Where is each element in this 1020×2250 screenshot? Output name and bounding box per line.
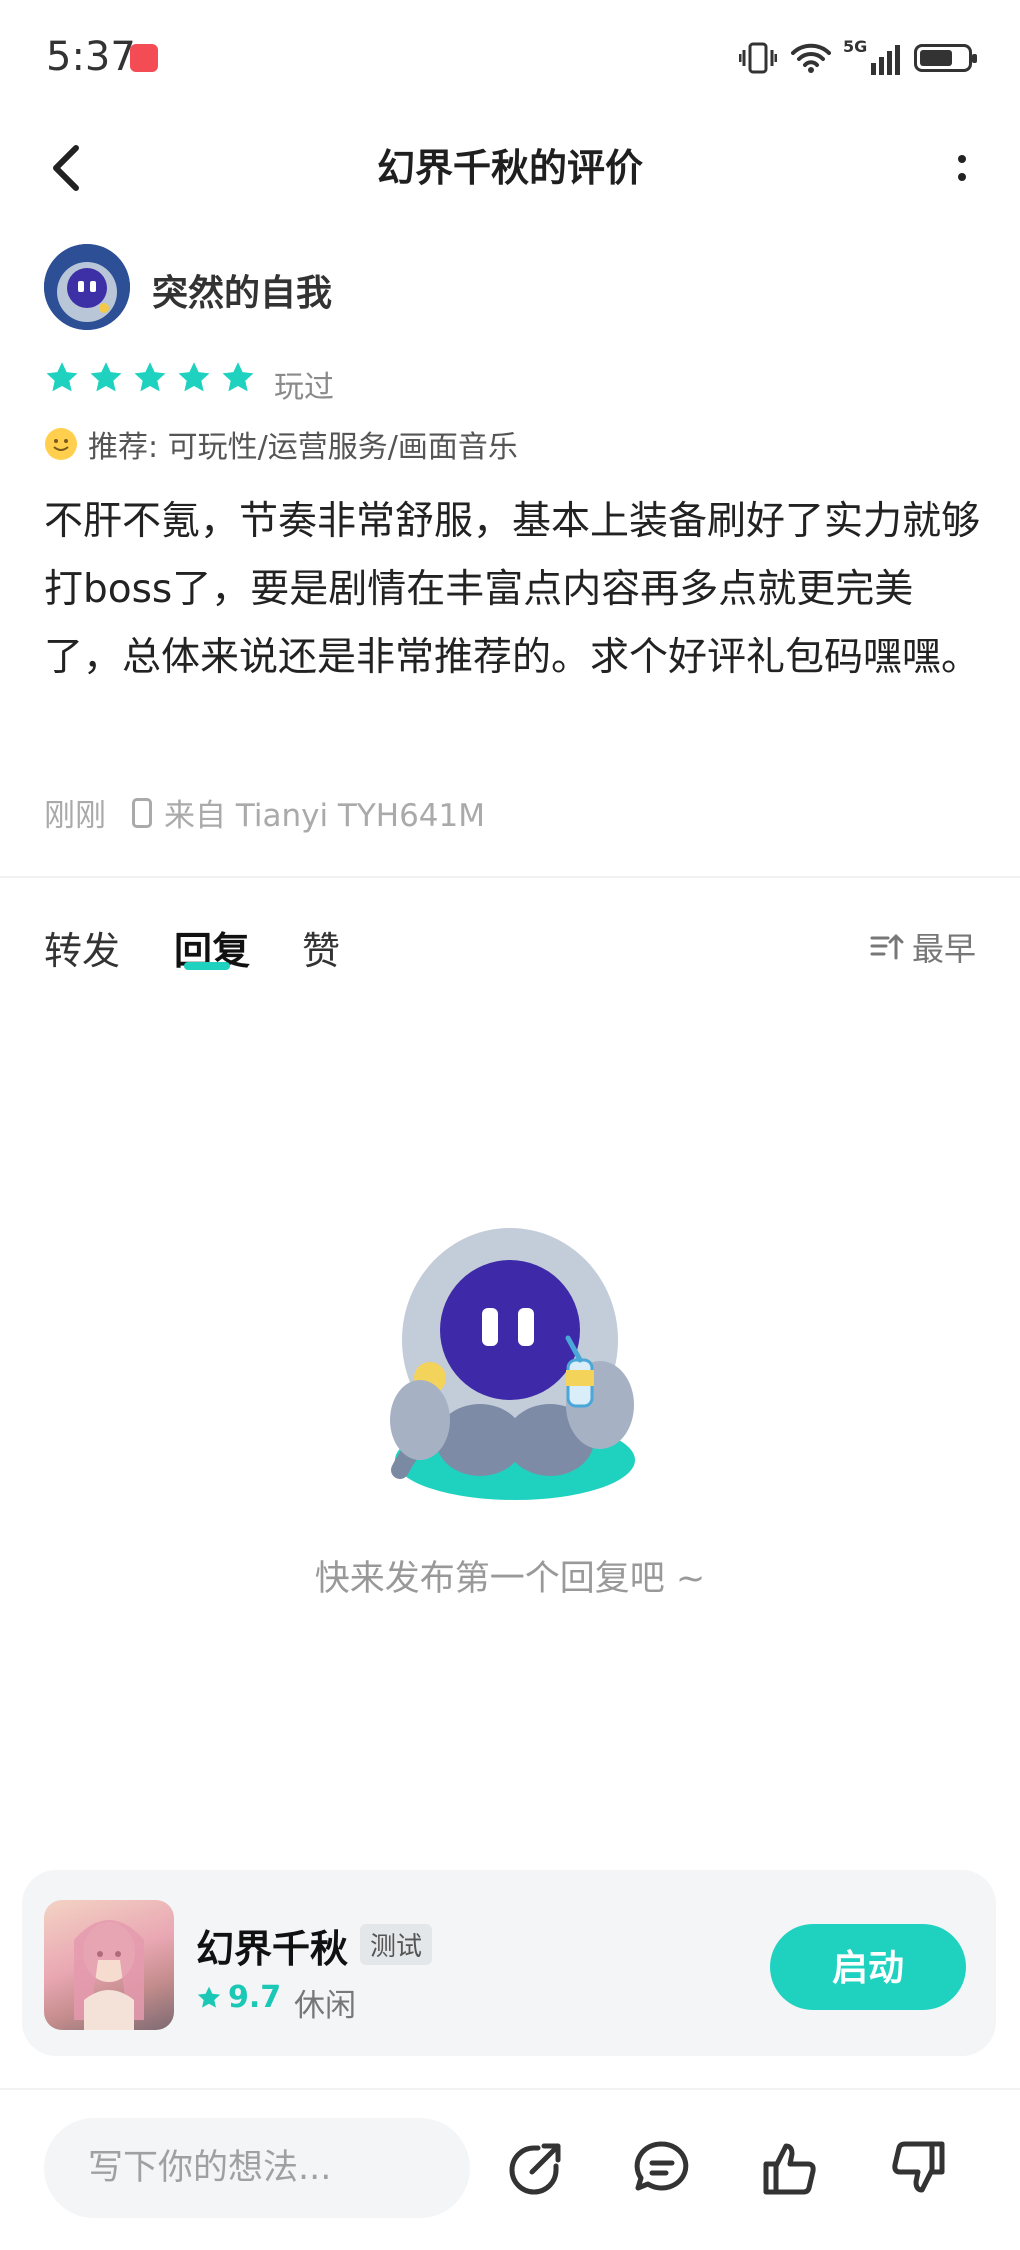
- comment-icon: [634, 2141, 689, 2191]
- thumbs-up-icon: [763, 2143, 816, 2195]
- robot-avatar-icon: [44, 244, 130, 330]
- comment-input[interactable]: [44, 2118, 470, 2218]
- username[interactable]: 突然的自我: [152, 264, 332, 316]
- star-icon: [178, 362, 210, 392]
- like-button[interactable]: [758, 2136, 822, 2200]
- wifi-icon: [791, 43, 831, 73]
- comment-button[interactable]: [630, 2136, 694, 2200]
- review-content: 不肝不氪，节奏非常舒服，基本上装备刷好了实力就够打boss了，要是剧情在丰富点内…: [44, 499, 981, 680]
- score-value: 9.7: [228, 1980, 282, 2015]
- divider: [0, 2088, 1020, 2090]
- status-time: 5:37: [46, 34, 136, 80]
- device-label: 来自 Tianyi TYH641M: [164, 798, 486, 834]
- vibrate-icon: [739, 42, 777, 74]
- network-type: 5G: [843, 37, 868, 56]
- share-button[interactable]: [504, 2136, 568, 2200]
- tab-forward[interactable]: 转发: [44, 920, 120, 975]
- smile-icon: [45, 428, 77, 460]
- launch-button[interactable]: 启动: [770, 1924, 966, 2010]
- dislike-button[interactable]: [886, 2136, 950, 2200]
- star-icon: [197, 1986, 221, 2008]
- played-label: 玩过: [274, 370, 334, 405]
- sort-icon: [870, 934, 904, 960]
- game-tag-badge: 测试: [360, 1924, 433, 1965]
- sort-button[interactable]: 最早: [870, 924, 976, 970]
- game-category: 休闲: [294, 1988, 356, 2024]
- review-time: 刚刚: [44, 798, 106, 834]
- recommend-text: 推荐: 可玩性/运营服务/画面音乐: [88, 430, 518, 465]
- review-meta: 刚刚 来自 Tianyi TYH641M: [44, 790, 485, 835]
- status-icons: 5G: [739, 37, 977, 78]
- star-icon: [222, 362, 254, 392]
- star-icon: [90, 362, 122, 392]
- game-score: 9.7: [196, 1980, 281, 2015]
- active-tab-indicator: [184, 962, 230, 970]
- avatar[interactable]: [44, 244, 130, 330]
- phone-icon: [132, 797, 152, 828]
- game-character-image: [74, 1920, 144, 2030]
- signal-indicator: 5G: [843, 37, 900, 75]
- recommend-line: 推荐: 可玩性/运营服务/画面音乐: [44, 422, 518, 466]
- empty-state-illustration: [360, 1220, 670, 1520]
- divider: [0, 876, 1020, 878]
- sort-label: 最早: [911, 930, 976, 968]
- game-icon[interactable]: [44, 1900, 174, 2030]
- empty-state-text: 快来发布第一个回复吧 ~: [314, 1559, 706, 1599]
- page-title: 幻界千秋的评价: [376, 146, 643, 190]
- thumbs-down-icon: [892, 2141, 945, 2193]
- game-name[interactable]: 幻界千秋: [196, 1918, 348, 1973]
- rating-stars: [44, 360, 256, 396]
- star-icon: [46, 362, 78, 392]
- notification-app-icon: [130, 44, 158, 72]
- star-icon: [134, 362, 166, 392]
- share-icon: [509, 2143, 561, 2195]
- robot-mascot-icon: [390, 1228, 635, 1500]
- battery-icon: [914, 44, 977, 72]
- more-options-button[interactable]: [944, 140, 980, 196]
- tab-like[interactable]: 赞: [302, 920, 340, 975]
